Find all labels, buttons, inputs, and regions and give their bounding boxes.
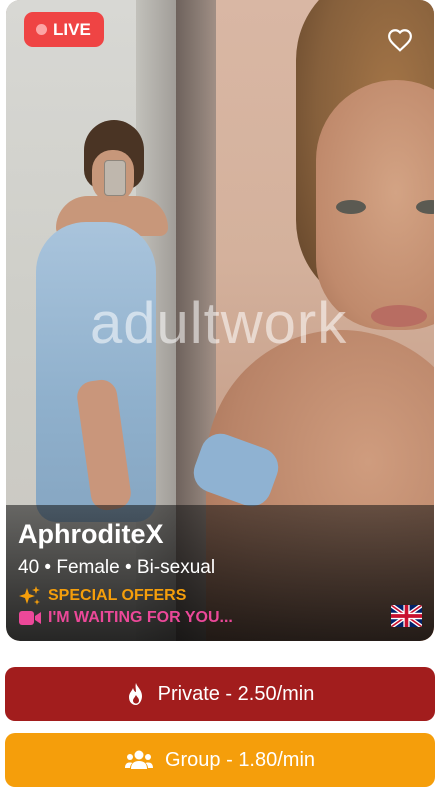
heart-icon bbox=[388, 29, 412, 52]
private-button-label: Private - 2.50/min bbox=[157, 682, 315, 705]
video-camera-icon bbox=[19, 611, 41, 625]
sparkles-icon bbox=[19, 586, 40, 605]
model-card[interactable]: adultwork LIVE AphroditeX 40 • Female • … bbox=[6, 0, 434, 641]
model-name[interactable]: AphroditeX bbox=[18, 519, 164, 550]
live-badge: LIVE bbox=[24, 12, 104, 47]
group-chat-button[interactable]: Group - 1.80/min bbox=[5, 733, 435, 787]
group-button-label: Group - 1.80/min bbox=[164, 748, 316, 771]
special-offers-row: SPECIAL OFFERS bbox=[18, 585, 186, 607]
watermark: adultwork bbox=[90, 291, 348, 356]
live-label: LIVE bbox=[53, 19, 91, 39]
users-icon bbox=[124, 750, 153, 769]
private-chat-button[interactable]: Private - 2.50/min bbox=[5, 667, 435, 721]
profile-info-overlay: AphroditeX 40 • Female • Bi-sexual SPECI… bbox=[6, 505, 434, 641]
status-message: I'M WAITING FOR YOU... bbox=[48, 609, 233, 626]
fire-icon bbox=[128, 683, 142, 705]
favorite-button[interactable] bbox=[378, 18, 422, 62]
model-meta: 40 • Female • Bi-sexual bbox=[18, 557, 216, 578]
live-dot-icon bbox=[36, 24, 47, 35]
uk-flag-icon bbox=[391, 605, 422, 627]
special-offers-label: SPECIAL OFFERS bbox=[48, 587, 187, 604]
status-row: I'M WAITING FOR YOU... bbox=[18, 609, 233, 627]
